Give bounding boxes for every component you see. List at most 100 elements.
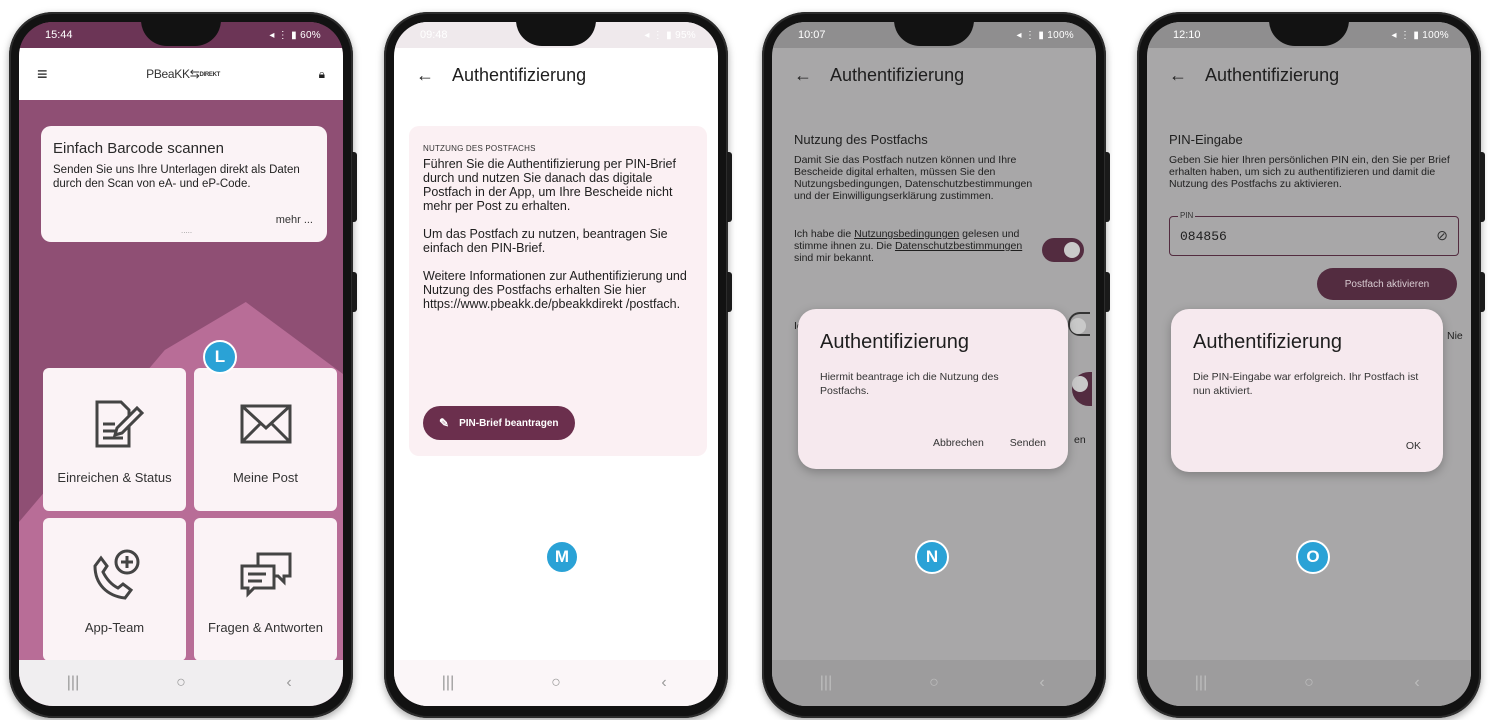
lock-icon[interactable]: 🔒︎ (319, 67, 325, 82)
status-time: 12:10 (1173, 29, 1201, 41)
home-button[interactable]: ○ (1279, 674, 1339, 692)
info-paragraph-2: Um das Postfach zu nutzen, beantragen Si… (423, 227, 668, 255)
back-arrow-icon[interactable]: ← (794, 65, 812, 86)
text-partial: Nie (1447, 330, 1463, 342)
status-time: 09:48 (420, 29, 448, 41)
dialog-text: Hiermit beantrage ich die Nutzung des Po… (820, 371, 999, 397)
request-confirm-dialog: Authentifizierung Hiermit beantrage ich … (798, 309, 1068, 469)
back-button[interactable]: ‹ (259, 674, 319, 692)
section-text: Geben Sie hier Ihren persönlichen PIN ei… (1169, 154, 1450, 190)
phone-frame-2: 09:48 ◂ ⋮ ▮ 95% ← Authentifizierung NUTZ… (384, 12, 732, 718)
pin-label: PIN (1178, 211, 1196, 220)
authentication-intro-screen: 09:48 ◂ ⋮ ▮ 95% ← Authentifizierung NUTZ… (394, 22, 718, 706)
chat-bubbles-icon (240, 552, 291, 598)
back-button[interactable]: ‹ (634, 674, 694, 692)
cancel-button[interactable]: Abbrechen (933, 437, 984, 449)
app-bar: ← Authentifizierung (416, 60, 708, 90)
pin-success-dialog: Authentifizierung Die PIN-Eingabe war er… (1171, 309, 1443, 472)
phone-frame-4: 12:10 ◂ ⋮ ▮ 100% ← Authentifizierung PIN… (1137, 12, 1485, 718)
pencil-icon: ✎ (439, 416, 450, 430)
status-time: 15:44 (45, 29, 73, 41)
dialog-title: Authentifizierung (1193, 331, 1342, 353)
page-title: Authentifizierung (1205, 64, 1340, 85)
more-link[interactable]: mehr ... (276, 214, 313, 226)
recent-apps-button[interactable]: ||| (796, 674, 856, 692)
terms-consent-text: Ich habe die Nutzungsbedingungen gelesen… (794, 228, 1023, 264)
back-button[interactable]: ‹ (1012, 674, 1072, 692)
back-arrow-icon[interactable]: ← (416, 65, 434, 86)
pager-dots: ..... (181, 226, 193, 235)
back-arrow-icon[interactable]: ← (1169, 65, 1187, 86)
consent-toggle[interactable] (1068, 312, 1090, 336)
tile-label: Einreichen & Status (57, 470, 172, 485)
submit-button-partial[interactable] (1072, 372, 1092, 406)
step-badge-m: M (545, 540, 579, 574)
home-button[interactable]: ○ (904, 674, 964, 692)
send-button[interactable]: Senden (1010, 437, 1046, 449)
recent-apps-button[interactable]: ||| (1171, 674, 1231, 692)
tile-label: Meine Post (232, 470, 299, 485)
pin-input[interactable]: PIN 084856 ⊘ (1169, 211, 1459, 256)
activate-mailbox-button[interactable]: Postfach aktivieren (1317, 268, 1457, 300)
tile-faq[interactable]: Fragen & Antworten (194, 518, 337, 661)
page-title: Authentifizierung (830, 64, 965, 85)
tile-label: App-Team (84, 620, 145, 635)
section-title: PIN-Eingabe (1169, 132, 1243, 147)
app-bar: ← Authentifizierung (1169, 60, 1461, 90)
section-title: Nutzung des Postfachs (794, 132, 928, 147)
home-screen: 15:44 ◂ ⋮ ▮ 60% ≡ PBeaKK⇆DIREKT 🔒︎ Einfa… (19, 22, 343, 706)
pin-success-screen: 12:10 ◂ ⋮ ▮ 100% ← Authentifizierung PIN… (1147, 22, 1471, 706)
section-text: Damit Sie das Postfach nutzen können und… (794, 154, 1033, 202)
terms-link[interactable]: Nutzungsbedingungen (854, 228, 959, 240)
home-button[interactable]: ○ (151, 674, 211, 692)
tile-my-mail[interactable]: Meine Post (194, 368, 337, 511)
button-label: PIN-Brief beantragen (459, 417, 559, 429)
tile-app-team[interactable]: App-Team (43, 518, 186, 661)
dialog-title: Authentifizierung (820, 331, 969, 353)
barcode-scan-card[interactable]: Einfach Barcode scannen Senden Sie uns I… (41, 126, 327, 242)
page-title: Authentifizierung (452, 64, 587, 85)
text-partial: en (1074, 434, 1086, 446)
phone-plus-icon (92, 549, 139, 600)
eye-off-icon[interactable]: ⊘ (1436, 227, 1448, 244)
request-pin-letter-button[interactable]: ✎ PIN-Brief beantragen (423, 406, 575, 440)
home-button[interactable]: ○ (526, 674, 586, 692)
step-badge-n: N (915, 540, 949, 574)
status-icons: ◂ ⋮ ▮ 100% (1016, 29, 1074, 41)
back-button[interactable]: ‹ (1387, 674, 1447, 692)
tile-submit-status[interactable]: Einreichen & Status (43, 368, 186, 511)
document-edit-icon (95, 400, 144, 448)
pin-value: 084856 (1180, 229, 1227, 244)
envelope-icon (240, 404, 291, 444)
app-logo: PBeaKK⇆DIREKT (146, 67, 220, 81)
phone-frame-1: 15:44 ◂ ⋮ ▮ 60% ≡ PBeaKK⇆DIREKT 🔒︎ Einfa… (9, 12, 357, 718)
phone-frame-3: 10:07 ◂ ⋮ ▮ 100% ← Authentifizierung Nut… (762, 12, 1110, 718)
menu-icon[interactable]: ≡ (37, 64, 48, 85)
ok-button[interactable]: OK (1406, 440, 1421, 452)
info-paragraph-3: Weitere Informationen zur Authentifizier… (423, 269, 687, 311)
section-overline: NUTZUNG DES POSTFACHS (423, 144, 536, 153)
system-nav-bar: ||| ○ ‹ (394, 660, 718, 706)
dialog-text: Die PIN-Eingabe war erfolgreich. Ihr Pos… (1193, 371, 1419, 397)
mailbox-info-card: NUTZUNG DES POSTFACHS Führen Sie die Aut… (409, 126, 707, 456)
app-bar: ← Authentifizierung (794, 60, 1086, 90)
recent-apps-button[interactable]: ||| (43, 674, 103, 692)
step-badge-l: L (203, 340, 237, 374)
recent-apps-button[interactable]: ||| (418, 674, 478, 692)
top-app-bar: ≡ PBeaKK⇆DIREKT 🔒︎ (19, 48, 343, 100)
status-icons: ◂ ⋮ ▮ 60% (269, 29, 321, 41)
card-title: Einfach Barcode scannen (53, 140, 224, 157)
status-icons: ◂ ⋮ ▮ 100% (1391, 29, 1449, 41)
system-nav-bar: ||| ○ ‹ (1147, 660, 1471, 706)
button-label: Postfach aktivieren (1344, 278, 1430, 290)
tile-label: Fragen & Antworten (208, 620, 323, 635)
request-dialog-screen: 10:07 ◂ ⋮ ▮ 100% ← Authentifizierung Nut… (772, 22, 1096, 706)
privacy-link[interactable]: Datenschutzbestimmungen (895, 240, 1022, 252)
terms-toggle[interactable] (1042, 238, 1084, 262)
card-text: Senden Sie uns Ihre Unterlagen direkt al… (53, 164, 300, 190)
system-nav-bar: ||| ○ ‹ (19, 660, 343, 706)
status-icons: ◂ ⋮ ▮ 95% (644, 29, 696, 41)
step-badge-o: O (1296, 540, 1330, 574)
system-nav-bar: ||| ○ ‹ (772, 660, 1096, 706)
info-paragraph-1: Führen Sie die Authentifizierung per PIN… (423, 157, 676, 213)
